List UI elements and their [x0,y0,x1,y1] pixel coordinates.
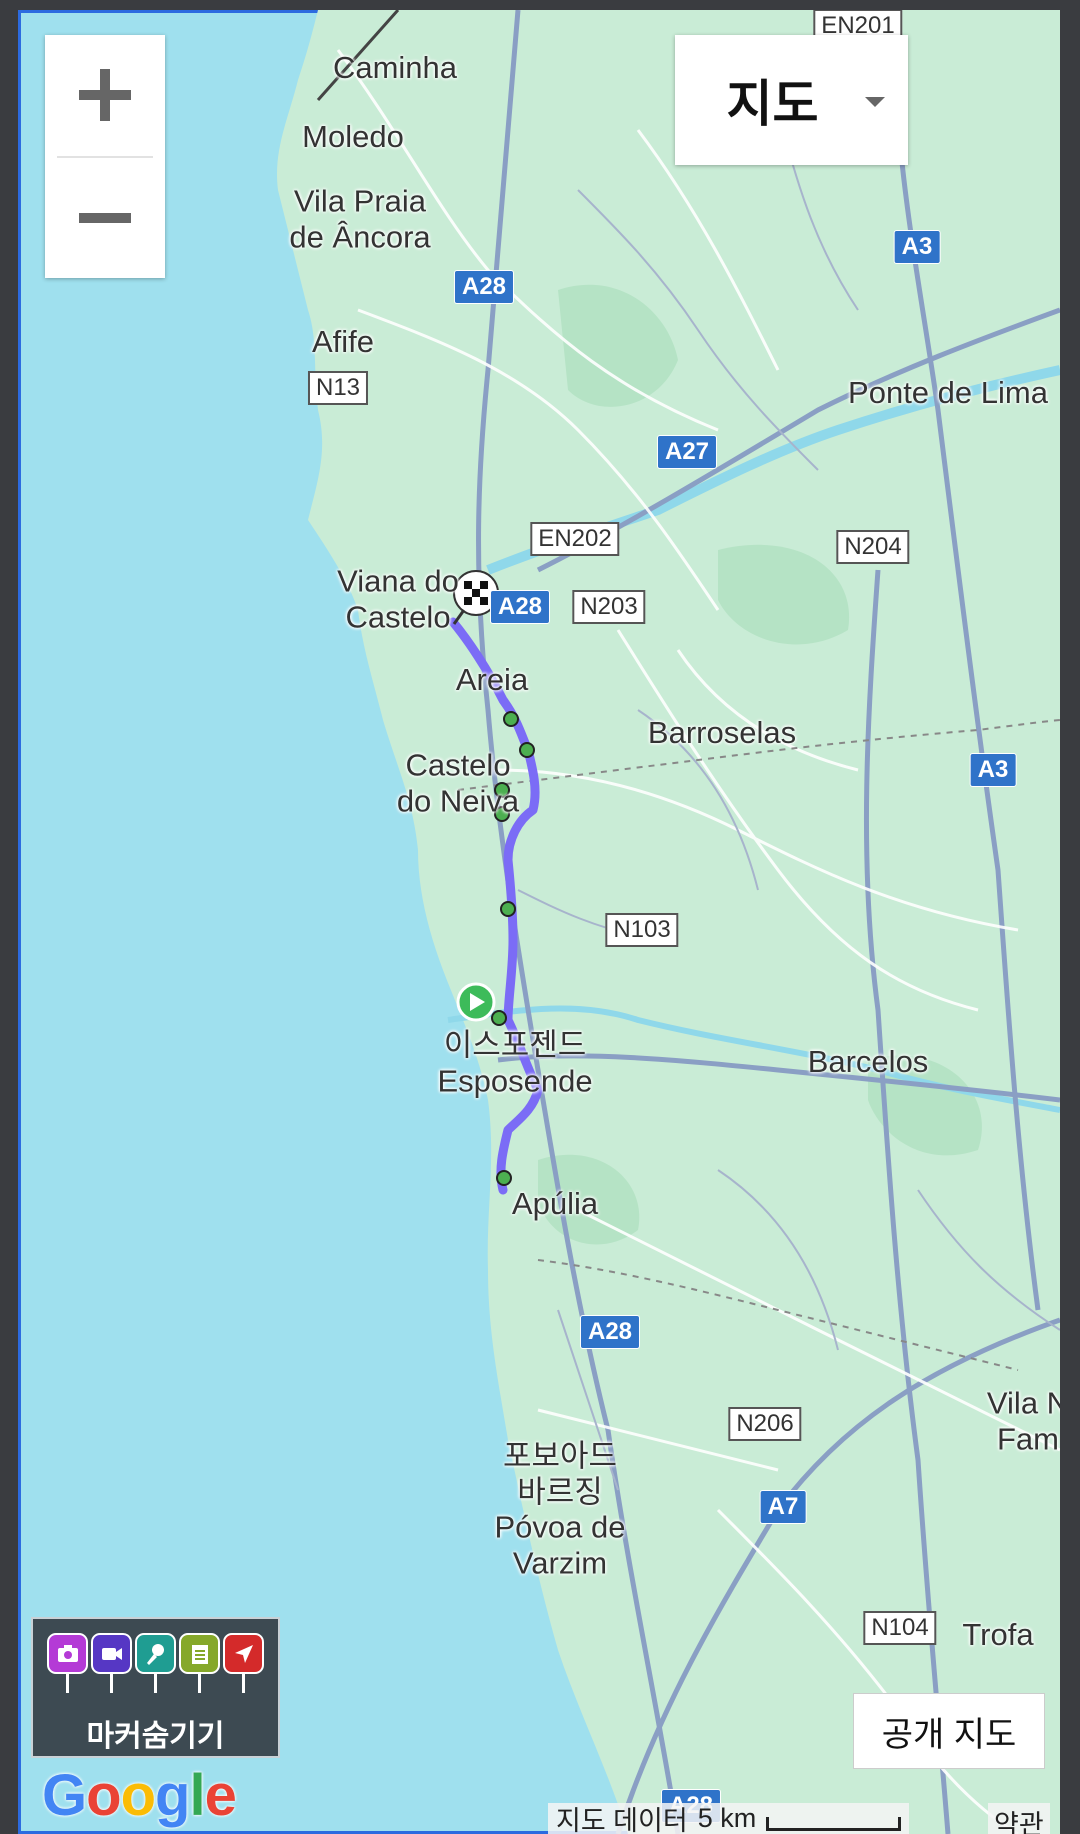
google-logo: Google [42,1763,237,1828]
waypoint-marker [496,1170,512,1186]
hide-markers-label: 마커숨기기 [86,1720,225,1753]
road-shield: A3 [969,753,1017,787]
map-canvas[interactable]: Caminha Moledo Vila Praia de Âncora Afif… [18,10,1060,1834]
road-shield: A7 [759,1490,807,1524]
road-shield: N103 [605,913,679,947]
place-label: Barcelos [807,1044,929,1080]
map-footer: 지도 데이터 5 km [548,1803,910,1834]
zoom-controls [45,35,165,278]
road-shield: N203 [572,590,646,624]
place-label: Castelo do Neiva [396,747,520,818]
road-shield: N13 [307,371,369,405]
waypoint-marker [519,742,535,758]
place-label: Trofa [962,1617,1034,1653]
direction-marker-icon [223,1633,264,1695]
place-label: 이스포젠드 Esposende [437,1027,593,1098]
map-data-link[interactable]: 지도 데이터 [556,1799,688,1834]
road-shield: A28 [489,590,551,624]
map-type-dropdown[interactable]: 지도 [675,35,908,165]
note-marker-icon [179,1633,220,1695]
zoom-out-button[interactable] [45,158,165,278]
road-shield: A3 [893,230,941,264]
plus-icon [79,69,131,121]
video-marker-icon [91,1633,132,1695]
place-label: Vila N Fam [986,1385,1060,1456]
terms-link[interactable]: 약관 [988,1803,1050,1834]
place-label: Vila Praia de Âncora [289,183,431,254]
place-label: Apúlia [511,1186,599,1222]
start-play-icon [456,982,496,1022]
place-label: Ponte de Lima [848,375,1048,411]
map-type-label: 지도 [726,76,819,132]
camera-marker-icon [47,1633,88,1695]
road-shield: N206 [728,1407,802,1441]
public-map-button[interactable]: 공개 지도 [853,1693,1045,1769]
road-shield: N204 [836,530,910,564]
waypoint-marker [500,901,516,917]
scale-bar [766,1816,902,1831]
scale-label: 5 km [697,1803,757,1833]
place-label: Moledo [302,119,404,155]
microphone-marker-icon [135,1633,176,1695]
place-label: Viana do Castelo [337,563,459,634]
waypoint-marker [491,1010,507,1026]
chevron-down-icon [865,97,885,107]
place-label: Barroselas [647,715,797,751]
zoom-in-button[interactable] [45,35,165,155]
road-shield: N104 [863,1611,937,1645]
road-shield: EN202 [530,522,620,556]
marker-icons-row [47,1633,264,1695]
place-label: Afife [311,324,375,360]
place-label: 포보아드 바르징 Póvoa de Varzim [494,1438,626,1581]
minus-icon [79,213,131,223]
place-label: Areia [455,662,529,698]
road-shield: A28 [453,270,515,304]
place-label: Caminha [332,50,458,86]
road-shield: A28 [579,1315,641,1349]
waypoint-marker [503,711,519,727]
road-shield: A27 [656,435,718,469]
hide-markers-button[interactable]: 마커숨기기 [31,1617,280,1758]
